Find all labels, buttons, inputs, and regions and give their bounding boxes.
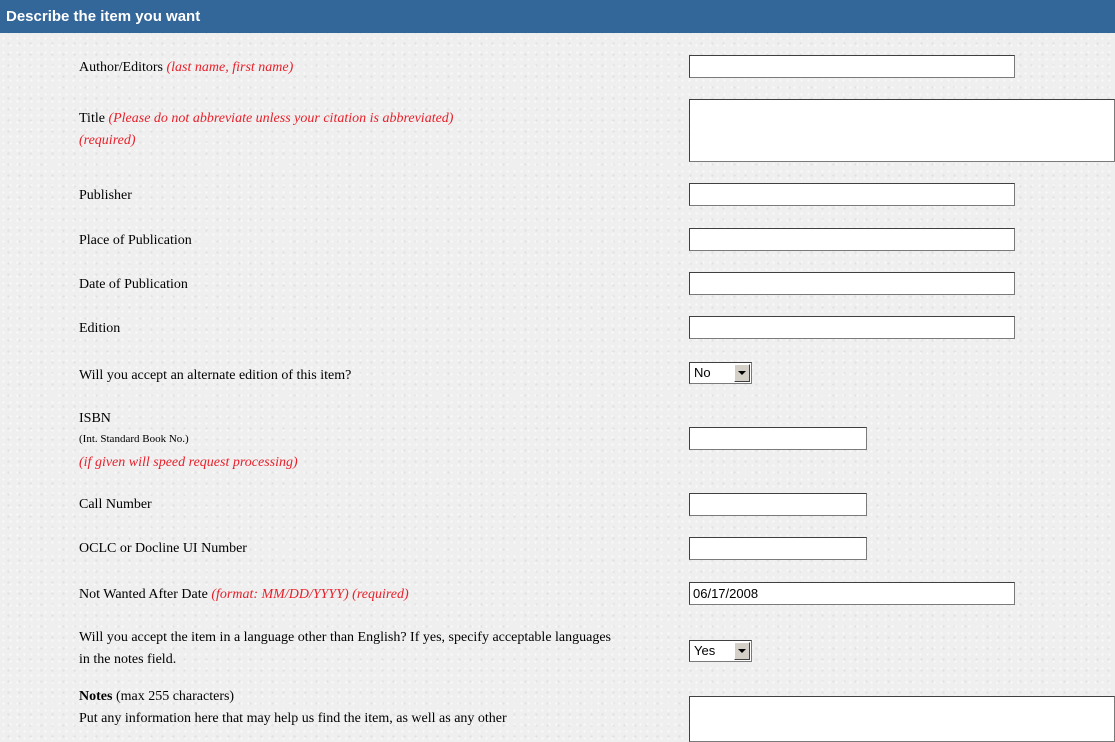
date-input[interactable] [689,272,1015,295]
section-header: Describe the item you want [0,0,1115,33]
edition-label: Edition [79,321,121,336]
language-value: Yes [694,643,716,658]
isbn-sublabel: (Int. Standard Book No.) [79,433,189,445]
oclc-label: OCLC or Docline UI Number [79,541,247,556]
language-select[interactable]: Yes [689,640,752,662]
alt-edition-label: Will you accept an alternate edition of … [79,368,352,383]
notes-description: Put any information here that may help u… [79,711,507,726]
isbn-hint: (if given will speed request processing) [79,455,298,470]
oclc-input[interactable] [689,537,867,560]
not-wanted-label-text: Not Wanted After Date [79,587,208,602]
title-hint: (Please do not abbreviate unless your ci… [108,111,454,126]
publisher-label: Publisher [79,188,132,203]
place-input[interactable] [689,228,1015,251]
isbn-label: ISBN [79,411,111,426]
chevron-down-icon[interactable] [734,642,750,660]
author-hint: (last name, first name) [166,60,294,75]
publisher-input[interactable] [689,183,1015,206]
chevron-down-icon[interactable] [734,364,750,382]
alt-edition-select[interactable]: No [689,362,752,384]
title-label-text: Title [79,111,105,126]
not-wanted-hint: (format: MM/DD/YYYY) (required) [211,587,409,602]
notes-input[interactable] [689,696,1115,742]
notes-label: Notes (max 255 characters) [79,686,234,708]
not-wanted-label: Not Wanted After Date (format: MM/DD/YYY… [79,584,409,606]
edition-input[interactable] [689,316,1015,339]
language-label: Will you accept the item in a language o… [79,630,612,667]
call-number-input[interactable] [689,493,867,516]
call-number-label: Call Number [79,497,152,512]
title-input[interactable] [689,99,1115,162]
author-label: Author/Editors (last name, first name) [79,57,293,79]
place-label: Place of Publication [79,233,192,248]
title-label: Title (Please do not abbreviate unless y… [79,108,639,152]
date-label: Date of Publication [79,277,188,292]
alt-edition-value: No [694,365,711,380]
author-input[interactable] [689,55,1015,78]
notes-label-bold: Notes [79,689,113,704]
isbn-input[interactable] [689,427,867,450]
title-required: (required) [79,133,136,148]
not-wanted-input[interactable] [689,582,1015,605]
notes-label-rest: (max 255 characters) [115,689,235,704]
author-label-text: Author/Editors [79,60,163,75]
